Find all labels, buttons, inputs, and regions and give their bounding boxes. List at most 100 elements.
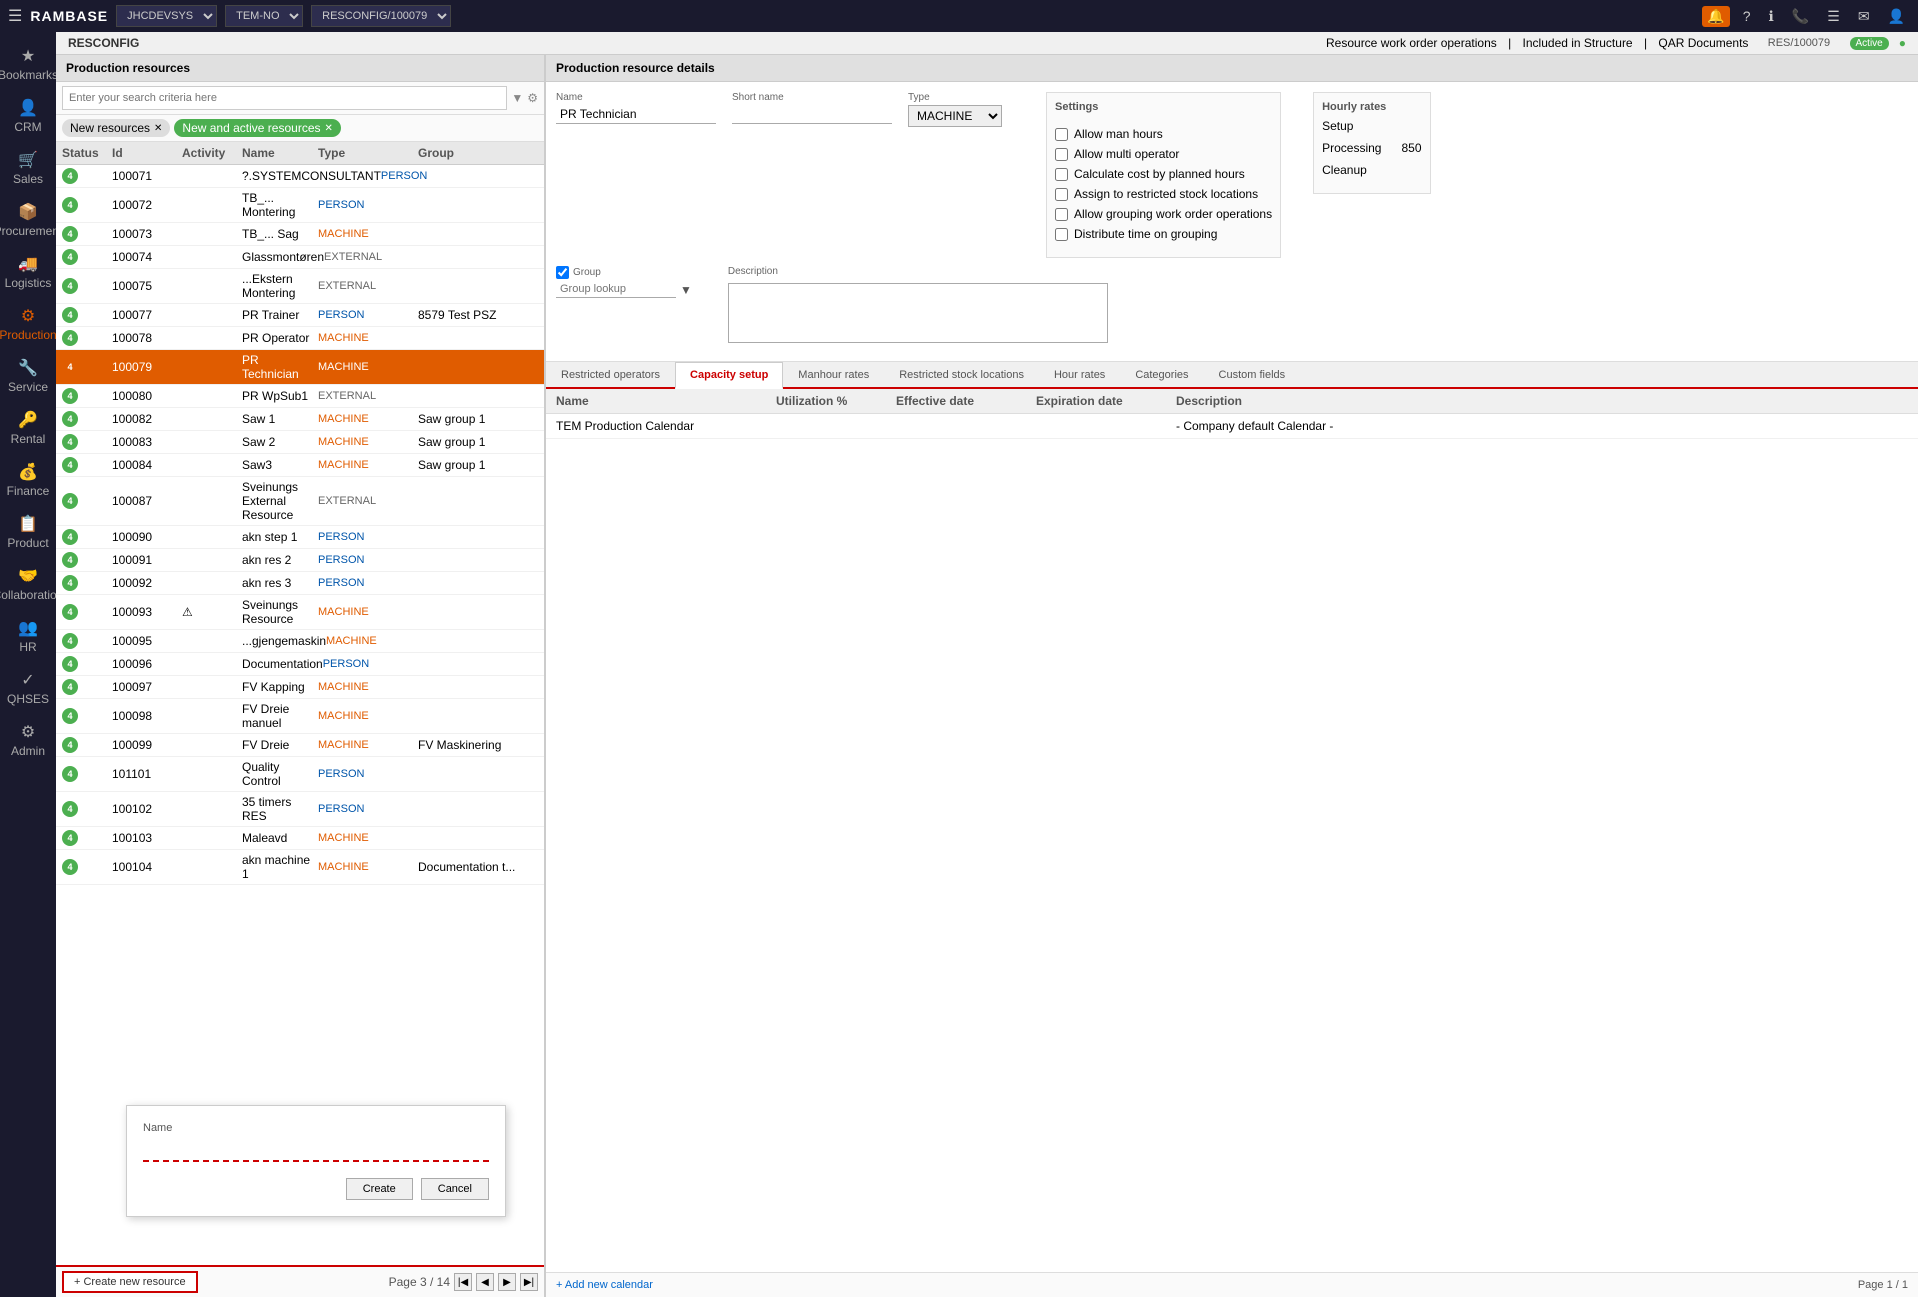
- distribute-time-checkbox[interactable]: [1055, 228, 1068, 241]
- sidebar-item-finance[interactable]: 💰 Finance: [0, 456, 56, 504]
- add-calendar-button[interactable]: + Add new calendar: [556, 1279, 653, 1291]
- table-row[interactable]: 4 100083 Saw 2 MACHINE Saw group 1: [56, 431, 544, 454]
- group-lookup-input[interactable]: [556, 281, 676, 298]
- table-row[interactable]: 4 100087 Sveinungs External Resource EXT…: [56, 477, 544, 526]
- qar-documents-link[interactable]: QAR Documents: [1658, 36, 1748, 50]
- filter-close-icon[interactable]: ✕: [154, 123, 162, 134]
- allow-man-hours-checkbox[interactable]: [1055, 128, 1068, 141]
- filter-new-active-resources[interactable]: New and active resources ✕: [174, 119, 340, 137]
- table-row[interactable]: 4 100072 TB_... Montering PERSON: [56, 188, 544, 223]
- tab-capacity-setup[interactable]: Capacity setup: [675, 362, 783, 389]
- dialog-cancel-button[interactable]: Cancel: [421, 1178, 489, 1200]
- allow-grouping-checkbox[interactable]: [1055, 208, 1068, 221]
- table-row[interactable]: 4 100098 FV Dreie manuel MACHINE: [56, 699, 544, 734]
- filter-new-resources[interactable]: New resources ✕: [62, 119, 170, 137]
- calculate-cost-checkbox[interactable]: [1055, 168, 1068, 181]
- group-dropdown-icon[interactable]: ▼: [680, 283, 692, 297]
- hamburger-menu[interactable]: ☰: [8, 6, 22, 26]
- table-row[interactable]: 4 100091 akn res 2 PERSON: [56, 549, 544, 572]
- sidebar-item-rental[interactable]: 🔑 Rental: [0, 404, 56, 452]
- dialog-create-button[interactable]: Create: [346, 1178, 413, 1200]
- filter-icon[interactable]: ▼: [511, 91, 523, 105]
- search-input[interactable]: [62, 86, 507, 110]
- table-row[interactable]: 4 100071 ?.SYSTEMCONSULTANT PERSON: [56, 165, 544, 188]
- page-last-button[interactable]: ▶|: [520, 1273, 538, 1291]
- page-prev-button[interactable]: ◀: [476, 1273, 494, 1291]
- restricted-stock-checkbox[interactable]: [1055, 188, 1068, 201]
- table-row[interactable]: 4 100104 akn machine 1 MACHINE Documenta…: [56, 850, 544, 885]
- tab-restricted-operators[interactable]: Restricted operators: [546, 362, 675, 387]
- group-checkbox[interactable]: [556, 266, 569, 279]
- help-icon[interactable]: ?: [1738, 6, 1756, 26]
- sidebar-item-collaboration[interactable]: 🤝 Collaboration: [0, 560, 56, 608]
- table-row[interactable]: 4 100097 FV Kapping MACHINE: [56, 676, 544, 699]
- tab-restricted-stock-locations[interactable]: Restricted stock locations: [884, 362, 1039, 387]
- type-select[interactable]: MACHINE PERSON EXTERNAL: [908, 105, 1002, 127]
- allow-multi-operator-checkbox[interactable]: [1055, 148, 1068, 161]
- bell-icon[interactable]: 🔔: [1702, 6, 1729, 27]
- table-row[interactable]: 4 100082 Saw 1 MACHINE Saw group 1: [56, 408, 544, 431]
- table-row[interactable]: 4 100092 akn res 3 PERSON: [56, 572, 544, 595]
- settings-icon[interactable]: ⚙: [527, 91, 538, 105]
- sidebar-item-production[interactable]: ⚙ Production: [0, 300, 56, 348]
- tab-hour-rates[interactable]: Hour rates: [1039, 362, 1120, 387]
- tab-categories[interactable]: Categories: [1120, 362, 1203, 387]
- sidebar-item-service[interactable]: 🔧 Service: [0, 352, 56, 400]
- description-textarea[interactable]: [728, 283, 1108, 343]
- filter-close-icon[interactable]: ✕: [325, 123, 333, 134]
- included-in-structure-link[interactable]: Included in Structure: [1523, 36, 1633, 50]
- sidebar-item-product[interactable]: 📋 Product: [0, 508, 56, 556]
- breadcrumb-bar: RESCONFIG Resource work order operations…: [56, 32, 1918, 55]
- name-input[interactable]: [556, 105, 716, 124]
- status-dot-icon: 4: [62, 679, 78, 695]
- sales-icon: 🛒: [18, 150, 38, 170]
- sidebar-item-logistics[interactable]: 🚚 Logistics: [0, 248, 56, 296]
- table-row[interactable]: 4 100102 35 timers RES PERSON: [56, 792, 544, 827]
- phone-icon[interactable]: 📞: [1787, 6, 1814, 27]
- table-row[interactable]: 4 100103 Maleavd MACHINE: [56, 827, 544, 850]
- sidebar-item-admin[interactable]: ⚙ Admin: [0, 716, 56, 764]
- row-id: 100099: [112, 738, 182, 752]
- page-next-button[interactable]: ▶: [498, 1273, 516, 1291]
- sidebar-item-bookmarks[interactable]: ★ Bookmarks: [0, 40, 56, 88]
- status-dot[interactable]: ●: [1899, 36, 1906, 50]
- sidebar-item-sales[interactable]: 🛒 Sales: [0, 144, 56, 192]
- resconfig-selector[interactable]: RESCONFIG/100079: [311, 5, 451, 27]
- cap-col-description: Description: [1176, 394, 1908, 408]
- env-selector[interactable]: TEM-NO: [225, 5, 303, 27]
- table-row[interactable]: 4 100095 ...gjengemaskin MACHINE: [56, 630, 544, 653]
- row-name: Saw3: [242, 458, 318, 472]
- sidebar-item-qhses[interactable]: ✓ QHSES: [0, 664, 56, 712]
- short-name-input[interactable]: [732, 105, 892, 124]
- info-icon[interactable]: ℹ: [1764, 6, 1779, 27]
- table-row[interactable]: 4 101101 Quality Control PERSON: [56, 757, 544, 792]
- table-row[interactable]: 4 100099 FV Dreie MACHINE FV Maskinering: [56, 734, 544, 757]
- table-row[interactable]: 4 100084 Saw3 MACHINE Saw group 1: [56, 454, 544, 477]
- sidebar-item-hr[interactable]: 👥 HR: [0, 612, 56, 660]
- table-row[interactable]: 4 100079 PR Technician MACHINE: [56, 350, 544, 385]
- resource-work-order-link[interactable]: Resource work order operations: [1326, 36, 1497, 50]
- create-new-resource-button[interactable]: + Create new resource: [62, 1271, 198, 1293]
- status-dot-icon: 4: [62, 859, 78, 875]
- tab-manhour-rates[interactable]: Manhour rates: [783, 362, 884, 387]
- tab-custom-fields[interactable]: Custom fields: [1204, 362, 1301, 387]
- sidebar-item-procurement[interactable]: 📦 Procurement: [0, 196, 56, 244]
- capacity-table-row[interactable]: TEM Production Calendar - Company defaul…: [546, 414, 1918, 439]
- table-row[interactable]: 4 100093 ⚠ Sveinungs Resource MACHINE: [56, 595, 544, 630]
- table-row[interactable]: 4 100074 Glassmontøren EXTERNAL: [56, 246, 544, 269]
- list-icon[interactable]: ☰: [1822, 6, 1845, 27]
- res-id: RES/100079: [1768, 37, 1830, 49]
- table-row[interactable]: 4 100080 PR WpSub1 EXTERNAL: [56, 385, 544, 408]
- table-row[interactable]: 4 100075 ...Ekstern Montering EXTERNAL: [56, 269, 544, 304]
- mail-icon[interactable]: ✉: [1853, 6, 1875, 27]
- table-row[interactable]: 4 100090 akn step 1 PERSON: [56, 526, 544, 549]
- system-selector[interactable]: JHCDEVSYS: [116, 5, 217, 27]
- table-row[interactable]: 4 100077 PR Trainer PERSON 8579 Test PSZ: [56, 304, 544, 327]
- table-row[interactable]: 4 100096 Documentation PERSON: [56, 653, 544, 676]
- sidebar-item-crm[interactable]: 👤 CRM: [0, 92, 56, 140]
- page-first-button[interactable]: |◀: [454, 1273, 472, 1291]
- user-icon[interactable]: 👤: [1883, 6, 1910, 27]
- dialog-name-input[interactable]: [143, 1138, 489, 1162]
- table-row[interactable]: 4 100073 TB_... Sag MACHINE: [56, 223, 544, 246]
- table-row[interactable]: 4 100078 PR Operator MACHINE: [56, 327, 544, 350]
